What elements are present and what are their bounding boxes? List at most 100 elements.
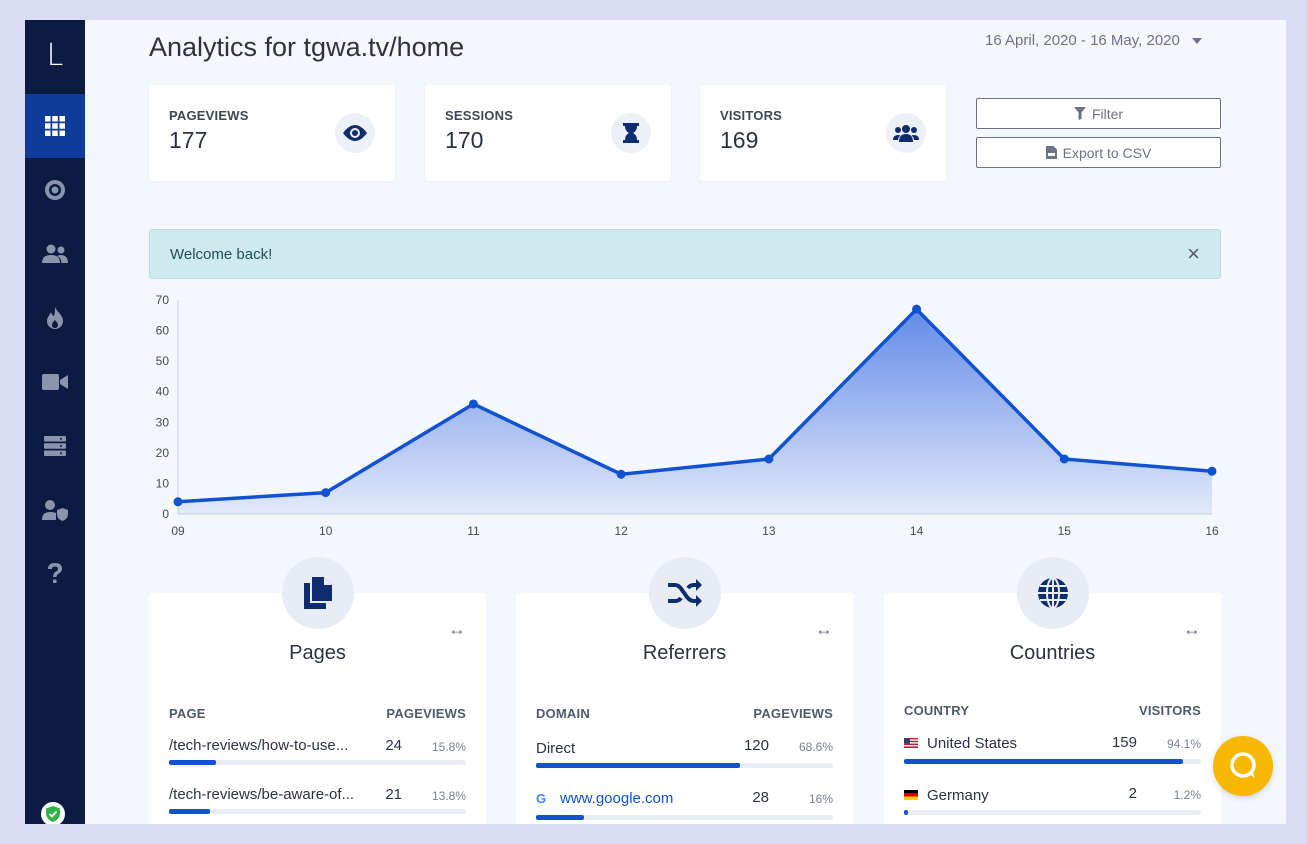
sidebar: L <box>25 20 85 824</box>
expand-icon[interactable]: ↔ <box>815 619 833 640</box>
list-item-name[interactable]: Germany <box>927 787 989 804</box>
x-tick-label: 15 <box>1058 524 1072 538</box>
data-point[interactable] <box>468 399 478 409</box>
de-flag-icon <box>904 790 918 800</box>
x-tick-label: 12 <box>614 524 628 538</box>
list-item-bar <box>169 809 466 814</box>
sidebar-item-privacy[interactable] <box>25 478 85 542</box>
list-item-name[interactable]: /tech-reviews/how-to-use... <box>169 737 369 754</box>
list-item-bar <box>169 760 466 765</box>
list-item-country-de[interactable]: Germany <box>904 787 1094 804</box>
welcome-alert: Welcome back! × <box>149 229 1221 279</box>
app-logo[interactable]: L <box>25 38 85 73</box>
panel-title: Referrers <box>642 642 727 664</box>
x-tick-label: 10 <box>319 524 333 538</box>
y-tick-label: 60 <box>156 324 170 338</box>
list-item-name[interactable]: United States <box>927 735 1017 752</box>
list-item-name[interactable]: www.google.com <box>560 790 673 807</box>
google-icon: G <box>536 791 547 806</box>
countries-panel: ↔ Countries COUNTRY VISITORS United Stat… <box>884 557 1221 824</box>
data-point[interactable] <box>764 454 774 464</box>
column-header-visitors: VISITORS <box>1138 703 1201 718</box>
list-item-percent: 94.1% <box>1166 737 1201 751</box>
y-tick-label: 10 <box>156 476 170 490</box>
sidebar-item-dashboard[interactable] <box>25 94 85 158</box>
page-title: Analytics for tgwa.tv/home <box>149 32 465 62</box>
bar-fill <box>169 809 210 814</box>
stat-card-visitors: VISITORS 169 <box>700 85 946 181</box>
expand-icon[interactable]: ↔ <box>448 619 466 640</box>
video-icon <box>42 374 68 390</box>
export-button-label: Export to CSV <box>1062 144 1152 161</box>
sidebar-item-heatmaps[interactable] <box>25 286 85 350</box>
list-item-referrer-google[interactable]: Gwww.google.com <box>536 790 726 807</box>
hourglass-icon <box>611 113 651 153</box>
sidebar-item-help[interactable] <box>25 542 85 606</box>
users-icon <box>42 244 68 263</box>
app-window: L Analytics for tgwa.tv/home 16 April, 2… <box>25 20 1286 824</box>
list-item-count: 120 <box>743 737 769 754</box>
stat-card-sessions: SESSIONS 170 <box>425 85 671 181</box>
list-item-name[interactable]: Direct <box>536 740 726 757</box>
stat-label: PAGEVIEWS <box>169 108 249 123</box>
data-point[interactable] <box>912 304 922 314</box>
stat-card-pageviews: PAGEVIEWS 177 <box>149 85 395 181</box>
data-point[interactable] <box>1207 466 1217 476</box>
list-item-country-us[interactable]: United States <box>904 735 1094 752</box>
panel-title: Pages <box>289 642 346 664</box>
list-item-count: 28 <box>752 789 769 806</box>
column-header-page: PAGE <box>169 706 206 721</box>
bar-fill <box>904 759 1184 764</box>
users-icon <box>886 113 926 153</box>
list-item-percent: 68.6% <box>798 740 833 754</box>
list-item-count: 159 <box>1111 734 1137 751</box>
area-fill <box>178 309 1212 514</box>
stat-label: VISITORS <box>720 108 783 123</box>
flame-icon <box>47 307 63 329</box>
date-range-picker[interactable]: 16 April, 2020 - 16 May, 2020 <box>985 32 1202 49</box>
data-point[interactable] <box>1059 454 1069 464</box>
list-item-percent: 15.8% <box>431 740 466 754</box>
close-icon[interactable]: × <box>1187 242 1200 266</box>
chat-button[interactable] <box>1213 736 1273 796</box>
column-header-country: COUNTRY <box>904 703 970 718</box>
grid-icon <box>45 116 65 136</box>
data-point[interactable] <box>173 497 183 507</box>
bar-fill <box>904 810 908 815</box>
sidebar-item-servers[interactable] <box>25 414 85 478</box>
column-header-pageviews: PAGEVIEWS <box>753 706 833 721</box>
list-item-name[interactable]: /tech-reviews/be-aware-of... <box>169 786 369 803</box>
data-point[interactable] <box>321 488 331 498</box>
list-item-bar <box>536 763 833 768</box>
caret-down-icon <box>1191 37 1202 44</box>
sidebar-item-goals[interactable] <box>25 158 85 222</box>
x-tick-label: 13 <box>762 524 776 538</box>
us-flag-icon <box>904 738 918 748</box>
y-tick-label: 30 <box>156 415 170 429</box>
copy-icon <box>281 557 354 629</box>
y-tick-label: 20 <box>156 446 170 460</box>
expand-icon[interactable]: ↔ <box>1183 619 1201 640</box>
y-tick-label: 70 <box>156 293 170 307</box>
question-icon <box>48 563 62 583</box>
security-badge[interactable] <box>41 802 65 824</box>
list-item-percent: 16% <box>808 792 833 806</box>
alert-message: Welcome back! <box>170 246 273 263</box>
filter-button[interactable]: Filter <box>976 98 1221 129</box>
export-csv-button[interactable]: Export to CSV <box>976 137 1221 168</box>
panel-title: Countries <box>1009 642 1096 664</box>
bar-fill <box>536 763 740 768</box>
list-item-count: 21 <box>385 786 402 803</box>
referrers-panel: ↔ Referrers DOMAIN PAGEVIEWS Direct 120 … <box>516 557 853 824</box>
list-item-percent: 1.2% <box>1173 788 1201 802</box>
sidebar-item-visitors[interactable] <box>25 222 85 286</box>
csv-file-icon <box>1045 146 1057 159</box>
sidebar-item-recordings[interactable] <box>25 350 85 414</box>
date-range-label: 16 April, 2020 - 16 May, 2020 <box>985 32 1180 49</box>
pageviews-area-chart: 0 10 20 30 40 50 60 70 09 10 11 12 13 14 15 16 <box>156 293 1219 538</box>
data-point[interactable] <box>616 469 626 479</box>
column-header-domain: DOMAIN <box>536 706 590 721</box>
stat-label: SESSIONS <box>445 108 514 123</box>
stat-value: 169 <box>720 127 759 153</box>
y-tick-label: 50 <box>156 354 170 368</box>
